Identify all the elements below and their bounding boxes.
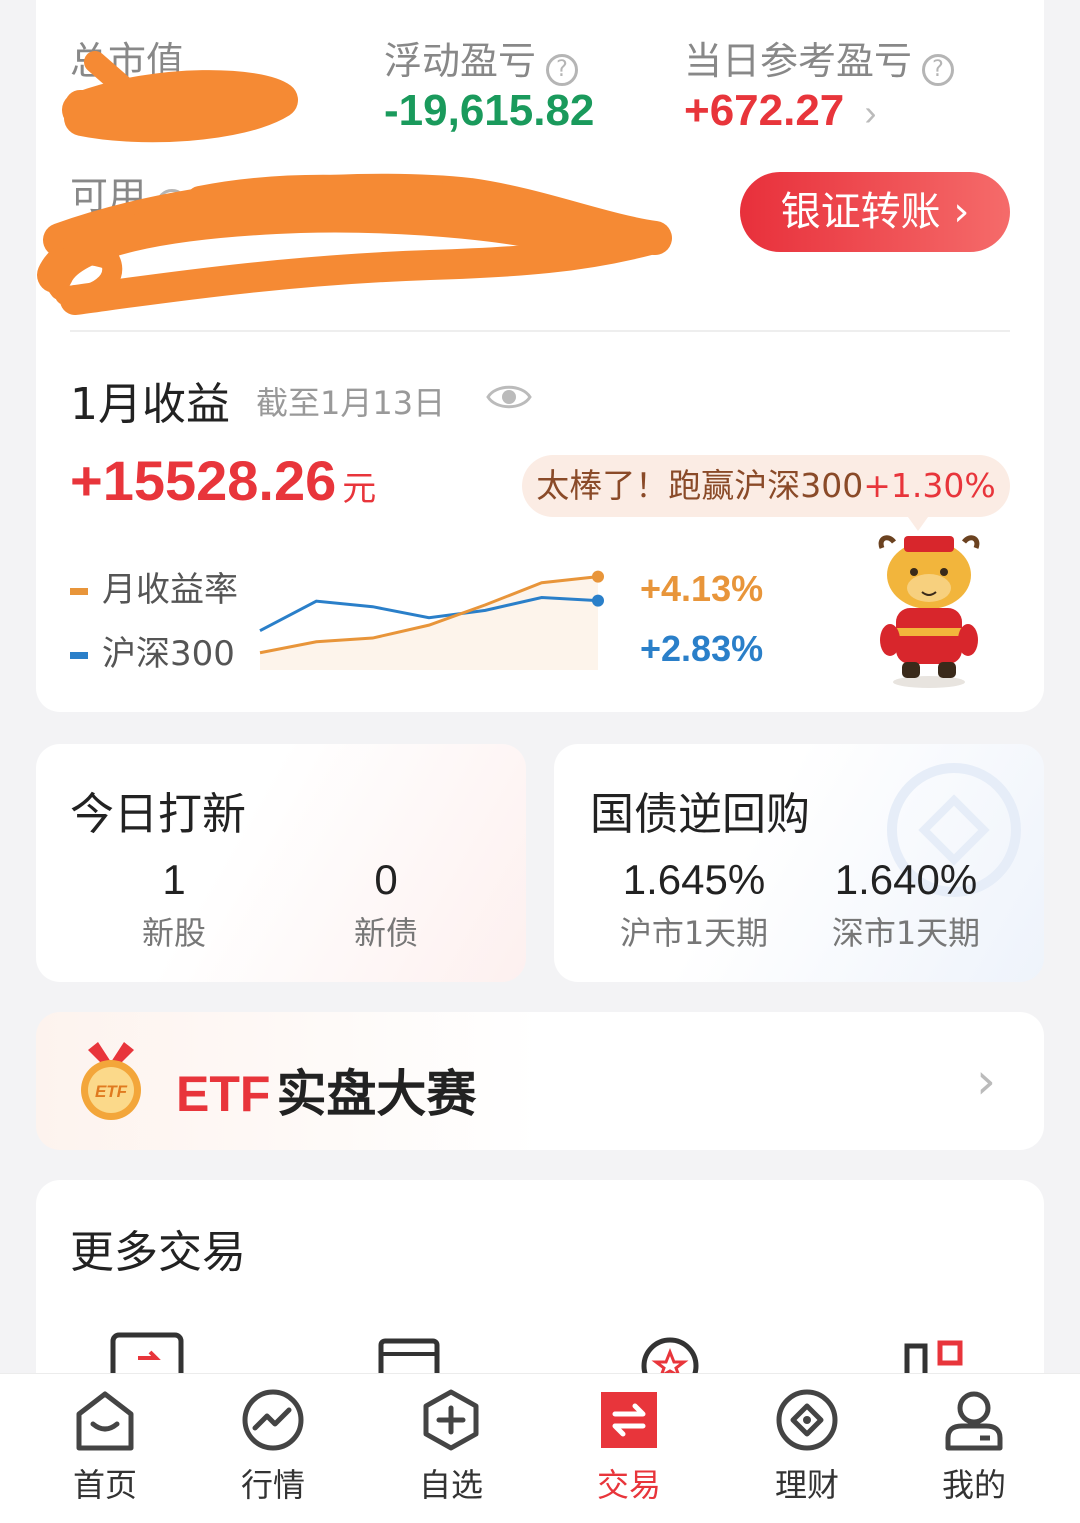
trade-icon — [601, 1392, 657, 1448]
ipo-stock-label: 新股 — [141, 914, 206, 952]
index-rate-value: +2.83% — [640, 628, 764, 669]
outperform-value: +1.30% — [863, 466, 996, 505]
ipo-bond-count: 0 — [374, 856, 398, 903]
etf-title: ETF 实盘大赛 — [176, 1054, 476, 1126]
outperform-text: 太棒了！跑赢沪深300 — [536, 466, 864, 505]
etf-medal-icon: ETF — [81, 1042, 141, 1120]
ipo-bond-label: 新债 — [353, 914, 418, 952]
ipo-stock-stat: 1 新股 — [74, 856, 274, 954]
repo-title: 国债逆回购 — [590, 789, 810, 840]
nav-item-home[interactable]: 首页 — [45, 1388, 165, 1506]
nav-label-home: 首页 — [72, 1466, 137, 1504]
repo-sz-label: 深市1天期 — [831, 914, 981, 952]
nav-label-trade: 交易 — [596, 1466, 661, 1504]
nav-item-wealth[interactable]: 理财 — [747, 1388, 867, 1506]
ipo-stock-count: 1 — [162, 856, 186, 903]
repo-sh-label: 沪市1天期 — [619, 914, 769, 952]
home-icon — [76, 1391, 134, 1451]
legend-index-label: 沪深300 — [102, 634, 235, 674]
monthly-amount: +15528.26 元 — [70, 448, 376, 513]
legend-monthly: 月收益率 — [70, 562, 238, 611]
chevron-right-icon: › — [976, 1052, 996, 1110]
grid-apps-icon[interactable] — [904, 1340, 966, 1376]
transfer-card-icon[interactable] — [110, 1332, 184, 1376]
nav-item-trade[interactable]: 交易 — [569, 1388, 689, 1506]
repo-sz-stat: 1.640% 深市1天期 — [806, 856, 1006, 954]
nav-item-watchlist[interactable]: 自选 — [391, 1388, 511, 1506]
legend-index: 沪深300 — [70, 626, 235, 675]
legend-swatch-monthly — [70, 588, 88, 595]
repo-sh-stat: 1.645% 沪市1天期 — [594, 856, 794, 954]
wealth-icon — [776, 1389, 838, 1451]
repo-sh-rate: 1.645% — [622, 856, 766, 903]
monthly-area — [260, 576, 598, 670]
nav-label-watchlist: 自选 — [418, 1466, 483, 1504]
redaction-scribble — [37, 51, 672, 315]
eye-icon[interactable] — [486, 380, 532, 414]
nav-label-wealth: 理财 — [774, 1466, 839, 1504]
ox-mascot — [878, 535, 980, 688]
etf-title-suffix: 实盘大赛 — [276, 1065, 477, 1123]
bank-transfer-button[interactable]: 银证转账 › — [740, 172, 1010, 252]
nav-item-market[interactable]: 行情 — [213, 1388, 333, 1506]
legend-monthly-label: 月收益率 — [102, 570, 238, 610]
profile-icon — [945, 1391, 1003, 1451]
etf-title-prefix: ETF — [176, 1066, 271, 1122]
divider — [70, 330, 1010, 332]
more-trading-title: 更多交易 — [70, 1227, 246, 1278]
order-book-icon[interactable] — [378, 1338, 440, 1378]
etf-medal-badge: ETF — [95, 1082, 128, 1101]
ipo-bond-stat: 0 新债 — [286, 856, 486, 954]
monthly-as-of: 截至1月13日 — [256, 384, 446, 422]
market-icon — [242, 1389, 304, 1451]
end-point-monthly — [592, 570, 604, 583]
nav-label-profile: 我的 — [941, 1466, 1006, 1504]
bottom-nav: 首页 行情 自选 交易 理财 我的 — [0, 1373, 1080, 1523]
star-fund-icon[interactable] — [640, 1336, 700, 1376]
monthly-amount-unit: 元 — [342, 470, 377, 508]
watchlist-icon — [423, 1389, 479, 1451]
outperform-banner: 太棒了！跑赢沪深300+1.30% — [522, 455, 1010, 531]
end-point-index — [592, 594, 604, 607]
ipo-title: 今日打新 — [70, 789, 246, 840]
monthly-rate-value: +4.13% — [640, 568, 764, 609]
legend-swatch-index — [70, 652, 88, 659]
repo-sz-rate: 1.640% — [834, 856, 978, 903]
nav-item-profile[interactable]: 我的 — [914, 1388, 1034, 1506]
monthly-title: 1月收益 — [70, 379, 230, 430]
earnings-chart — [259, 570, 604, 670]
monthly-amount-value: +15528.26 — [70, 449, 337, 512]
nav-label-market: 行情 — [240, 1466, 305, 1504]
